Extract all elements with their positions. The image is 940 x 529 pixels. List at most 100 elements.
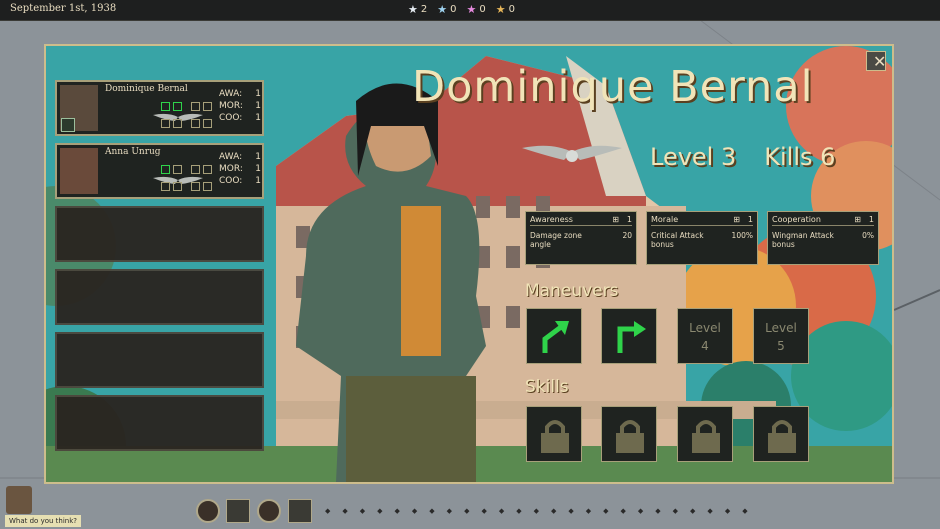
mor-label: MOR: [219,164,243,174]
maneuver-indicator-icon [203,102,212,111]
gold-star-counter: ★ 0 [496,3,515,16]
skill-slot[interactable] [753,406,809,462]
pink-star-count: 0 [479,4,486,15]
unlock-level-label: Level [689,321,721,335]
pink-star-counter: ★ 0 [467,3,486,16]
stat-bonus: 0% [862,231,874,240]
mor-value: 1 [255,164,261,174]
plus-icon[interactable]: ⊞ [854,215,861,224]
pilot-token-avatar[interactable] [257,499,281,523]
skills-heading: Skills [525,377,569,397]
skill-indicator-icon [173,182,182,191]
pilot-token-avatar[interactable] [196,499,220,523]
skill-indicator-icon [203,182,212,191]
stat-bonus: 100% [731,231,753,240]
maneuver-indicator-icon [173,102,182,111]
pink-star-icon: ★ [466,3,477,16]
skill-slot[interactable] [601,406,657,462]
gold-star-count: 0 [508,4,515,15]
empty-roster-slot[interactable] [55,206,264,262]
padlock-icon [692,420,720,453]
maneuver-indicator-icon [173,165,182,174]
skill-indicator-icon [191,182,200,191]
empty-squad-slots: ◆◆◆◆◆◆◆◆◆◆◆◆◆◆◆◆◆◆◆◆◆◆◆◆◆ [325,507,760,515]
awa-value: 1 [255,152,261,162]
coo-label: COO: [219,176,243,186]
gold-star-icon: ★ [495,3,506,16]
roster-card-pilot[interactable]: Anna Unrug AWA: 1 MOR: 1 COO: 1 [55,143,264,199]
skill-slot[interactable] [526,406,582,462]
padlock-icon [541,420,569,453]
padlock-icon [616,420,644,453]
stat-morale: Morale ⊞ 1 Critical Attack bonus 100% [646,211,758,265]
unlock-level-value: 4 [701,339,709,353]
star-counters: ★ 2 ★ 0 ★ 0 ★ 0 [408,3,515,16]
stat-title: Awareness [530,215,573,224]
skill-slot[interactable] [677,406,733,462]
roster-stats: AWA: 1 MOR: 1 COO: 1 [219,151,261,187]
roster-pilot-name: Anna Unrug [105,147,161,157]
roster-stats: AWA: 1 MOR: 1 COO: 1 [219,88,261,124]
stat-desc: Wingman Attack bonus [772,231,834,249]
rank-badge-icon [61,118,75,132]
empty-roster-slot[interactable] [55,332,264,388]
turn-right-arrow-icon [617,321,646,353]
empty-roster-slot[interactable] [55,395,264,451]
plane-token-icon[interactable] [288,499,312,523]
pilot-kills: Kills 6 [764,143,836,171]
plane-token-icon[interactable] [226,499,250,523]
maneuver-indicator-icon [203,165,212,174]
stat-value: 1 [747,215,753,224]
stat-title: Cooperation [772,215,821,224]
plus-icon[interactable]: ⊞ [612,215,619,224]
plus-icon[interactable]: ⊞ [733,215,740,224]
level-kills-line: Level 3 Kills 6 [650,143,835,171]
white-star-icon: ★ [408,3,418,16]
stat-desc: Damage zone angle [530,231,582,249]
pilot-name-title: Dominique Bernal [412,62,814,112]
maneuvers-heading: Maneuvers [525,281,619,301]
skill-indicator-icon [173,119,182,128]
skill-indicator-icon [203,119,212,128]
awa-label: AWA: [219,152,243,162]
maneuver-slot[interactable] [601,308,657,364]
unlock-level-value: 5 [777,339,785,353]
maneuver-slot-locked[interactable]: Level 4 [677,308,733,364]
roster-pilot-name: Dominique Bernal [105,84,188,94]
maneuver-slot[interactable] [526,308,582,364]
maneuver-indicator-icon [191,165,200,174]
stat-desc: Critical Attack bonus [651,231,704,249]
awa-value: 1 [255,89,261,99]
awa-label: AWA: [219,89,243,99]
blue-star-counter: ★ 0 [437,3,456,16]
blue-star-icon: ★ [437,3,448,16]
maneuver-indicator-icon [161,165,170,174]
pilot-portrait [60,148,98,194]
blue-star-count: 0 [450,4,457,15]
skill-indicator-icon [161,182,170,191]
close-button[interactable]: ✕ [866,51,886,71]
stat-cooperation: Cooperation ⊞ 1 Wingman Attack bonus 0% [767,211,879,265]
advisor-prompt[interactable]: What do you think? [5,515,81,527]
empty-roster-slot[interactable] [55,269,264,325]
coo-value: 1 [255,113,261,123]
top-bar: September 1st, 1938 ★ 2 ★ 0 ★ 0 ★ 0 [0,0,940,21]
roster-card-pilot[interactable]: Dominique Bernal AWA: 1 MOR: 1 COO: 1 [55,80,264,136]
coo-label: COO: [219,113,243,123]
maneuver-indicator-icon [161,102,170,111]
mor-value: 1 [255,101,261,111]
maneuver-slot-locked[interactable]: Level 5 [753,308,809,364]
stat-value: 1 [868,215,874,224]
stat-value: 1 [626,215,632,224]
white-star-counter: ★ 2 [408,3,427,16]
maneuver-indicator-icon [191,102,200,111]
stat-awareness: Awareness ⊞ 1 Damage zone angle 20 [525,211,637,265]
stat-bonus: 20 [622,231,632,240]
mor-label: MOR: [219,101,243,111]
pilot-wings-icon [522,145,622,162]
white-star-count: 2 [420,4,428,15]
coo-value: 1 [255,176,261,186]
padlock-icon [768,420,796,453]
advisor-portrait[interactable] [6,486,32,514]
pilot-level: Level 3 [650,143,737,171]
